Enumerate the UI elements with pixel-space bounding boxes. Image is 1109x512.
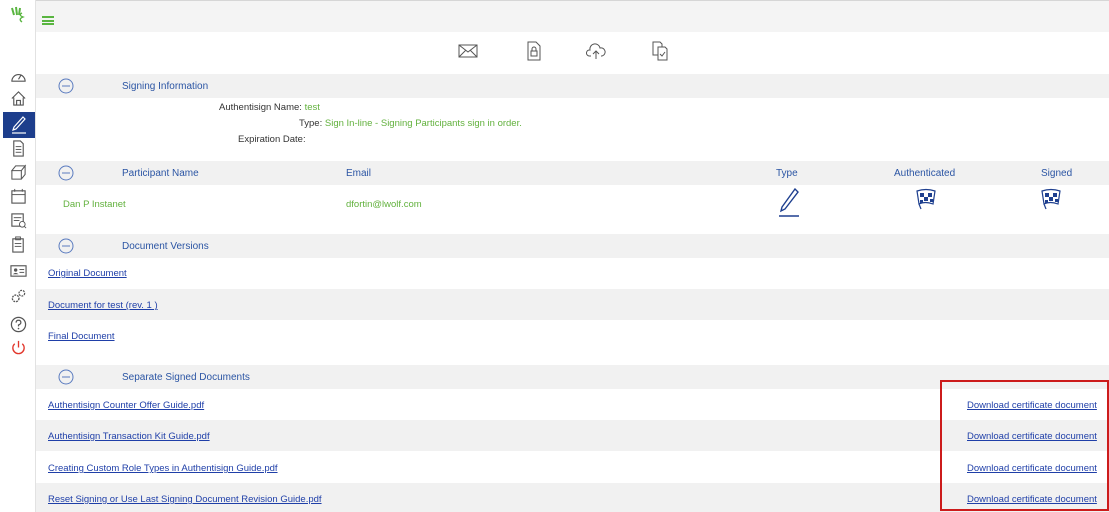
collapse-icon[interactable] [58, 238, 74, 254]
app-logo-icon [11, 6, 25, 23]
col-signed: Signed [1041, 168, 1073, 179]
highlight-box [940, 380, 1109, 511]
field-label: Authentisign Name: [219, 102, 302, 113]
copy-document-icon[interactable] [650, 41, 670, 61]
inbox-icon[interactable] [10, 164, 27, 181]
envelope-icon[interactable] [458, 41, 478, 61]
col-authenticated: Authenticated [894, 168, 956, 179]
search-document-icon[interactable] [10, 212, 27, 229]
hamburger-menu-icon[interactable] [42, 16, 54, 25]
app-frame: Signing Information Authentisign Name: t… [0, 0, 1109, 512]
nav-sign-active[interactable] [3, 112, 35, 138]
participant-name: Dan P Instanet [63, 199, 126, 210]
section-title: Separate Signed Documents [122, 372, 250, 383]
pen-icon [779, 188, 799, 217]
signed-document-link[interactable]: Creating Custom Role Types in Authentisi… [48, 463, 278, 474]
collapse-icon[interactable] [58, 165, 74, 181]
participants-header: Participant Name Email Type Authenticate… [36, 161, 1109, 185]
checkered-flag-icon [1041, 188, 1061, 210]
field-label: Type: [299, 118, 323, 129]
contact-card-icon[interactable] [10, 262, 27, 279]
section-title: Document Versions [122, 241, 209, 252]
home-icon[interactable] [10, 90, 27, 107]
document-versions-header: Document Versions [36, 234, 1109, 258]
signed-document-link[interactable]: Reset Signing or Use Last Signing Docume… [48, 494, 322, 505]
field-value: test [304, 102, 320, 113]
clipboard-icon[interactable] [10, 236, 27, 253]
collapse-icon[interactable] [58, 78, 74, 94]
signing-information-header: Signing Information [36, 74, 1109, 98]
version-link[interactable]: Document for test (rev. 1 ) [48, 300, 158, 311]
row-stripe [36, 289, 1109, 320]
calendar-icon[interactable] [10, 188, 27, 205]
col-type: Type [776, 168, 798, 179]
document-icon[interactable] [10, 140, 27, 157]
col-email: Email [346, 168, 372, 179]
cloud-upload-icon[interactable] [586, 41, 606, 61]
signed-document-link[interactable]: Authentisign Transaction Kit Guide.pdf [48, 431, 210, 442]
section-title: Signing Information [122, 81, 209, 92]
col-participant-name: Participant Name [122, 168, 199, 179]
pen-icon [12, 116, 26, 134]
top-bar [36, 0, 1109, 32]
checkered-flag-icon [916, 188, 936, 210]
participant-email: dfortin@lwolf.com [346, 199, 422, 210]
left-nav [0, 0, 36, 512]
dashboard-icon[interactable] [10, 68, 27, 85]
settings-icon[interactable] [10, 288, 27, 305]
version-link[interactable]: Original Document [48, 268, 127, 279]
locked-document-icon[interactable] [524, 41, 544, 61]
help-icon[interactable] [10, 316, 27, 333]
power-icon[interactable] [10, 339, 27, 356]
expiration-row: Expiration Date: [238, 134, 306, 145]
signed-document-link[interactable]: Authentisign Counter Offer Guide.pdf [48, 400, 204, 411]
field-label: Expiration Date: [238, 134, 306, 145]
type-row: Type: Sign In-line - Signing Participant… [299, 118, 522, 129]
authentisign-name-row: Authentisign Name: test [219, 102, 320, 113]
version-link[interactable]: Final Document [48, 331, 115, 342]
collapse-icon[interactable] [58, 369, 74, 385]
field-value: Sign In-line - Signing Participants sign… [324, 118, 522, 129]
